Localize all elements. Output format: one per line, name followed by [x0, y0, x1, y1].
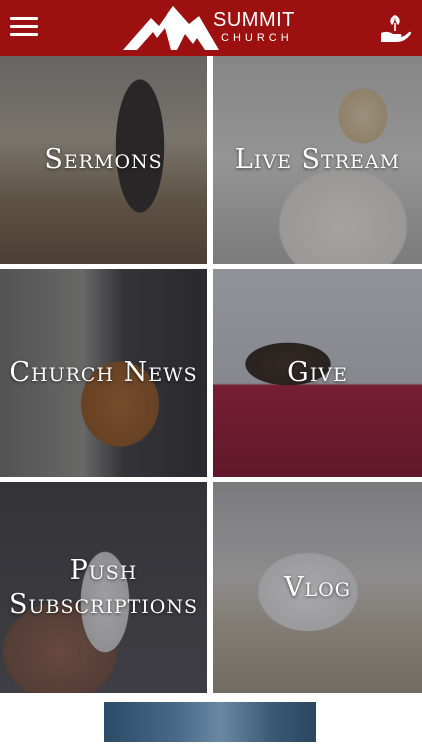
menu-icon[interactable]	[10, 15, 38, 39]
hand-with-plant-icon[interactable]	[378, 11, 412, 45]
menu-bar	[10, 17, 38, 20]
summit-church-logo[interactable]: SUMMIT CHURCH	[123, 4, 301, 52]
tile-label: Give	[287, 357, 348, 388]
tile-label: Church News	[9, 357, 198, 388]
tile-label: Live Stream	[234, 144, 401, 175]
mountain-logo-icon	[123, 6, 219, 50]
banner-ad[interactable]	[104, 702, 316, 742]
tile-label: Sermons	[44, 144, 163, 175]
tile-church-news[interactable]: Church News	[0, 269, 207, 477]
brand-name: SUMMIT	[213, 9, 295, 31]
tile-live-stream[interactable]: Live Stream	[213, 56, 422, 264]
tile-vlog[interactable]: Vlog	[213, 482, 422, 693]
tile-label: Push Subscriptions	[8, 554, 199, 620]
menu-bar	[10, 25, 38, 28]
menu-bar	[10, 33, 38, 36]
tile-give[interactable]: Give	[213, 269, 422, 477]
tile-sermons[interactable]: Sermons	[0, 56, 207, 264]
tile-label: Vlog	[284, 571, 351, 603]
brand-subtitle: CHURCH	[221, 32, 293, 44]
tile-push-subscriptions[interactable]: Push Subscriptions	[0, 482, 207, 693]
menu-grid: Sermons Live Stream Church News Give Pus…	[0, 56, 422, 695]
app-header: SUMMIT CHURCH	[0, 0, 422, 56]
